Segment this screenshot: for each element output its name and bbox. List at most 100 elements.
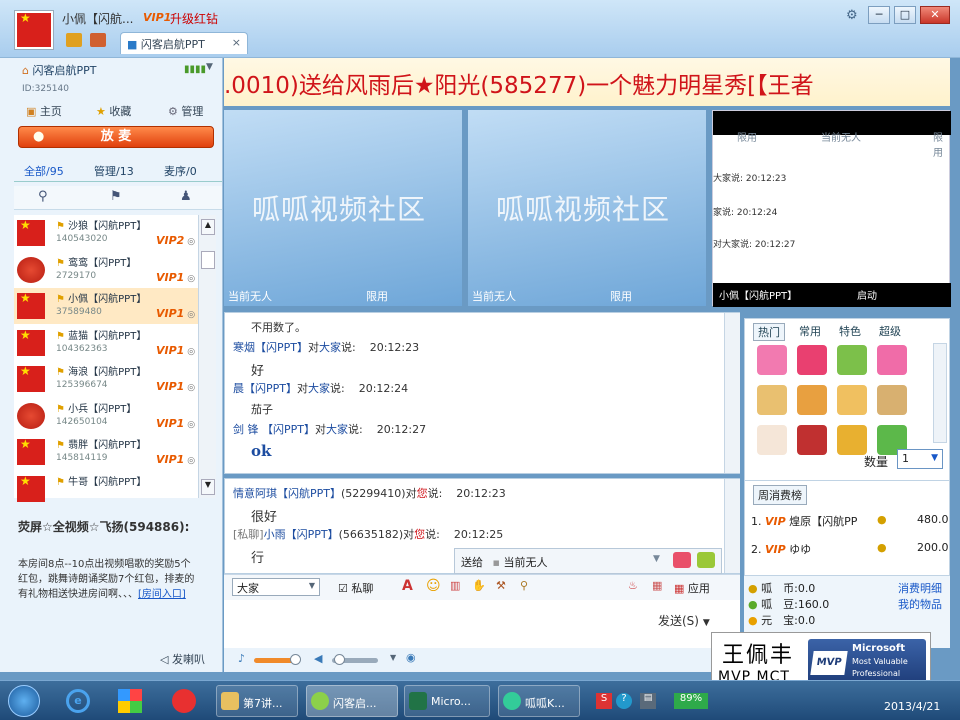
- chat-sender[interactable]: 剑 锋 【闪PPT】: [233, 423, 315, 436]
- tulip-icon[interactable]: ♨: [628, 579, 638, 592]
- gift-item[interactable]: [797, 345, 827, 375]
- windows-store-icon[interactable]: [118, 689, 142, 713]
- gift-item[interactable]: [877, 385, 907, 415]
- gift-tab-super[interactable]: 超级: [879, 323, 901, 339]
- hand-icon[interactable]: ✋: [472, 579, 486, 592]
- chevron-down-icon[interactable]: ▼: [206, 62, 213, 72]
- location-icon[interactable]: ⚑: [110, 189, 122, 204]
- speaker-button[interactable]: ◁ 发喇叭: [160, 651, 205, 667]
- ranking-row[interactable]: 2. VIP ゆゆ ● 200.0: [751, 541, 949, 557]
- speaker-volume-thumb[interactable]: [334, 654, 345, 665]
- user-list-item[interactable]: ⚑ 蓝猫【闪航PPT】104362363 VIP1 ◎: [14, 325, 198, 361]
- chevron-down-icon[interactable]: ▼: [653, 554, 660, 564]
- public-chat-scrollbar[interactable]: [724, 313, 740, 473]
- upgrade-red-diamond-link[interactable]: 升级红钻: [170, 10, 218, 27]
- close-button[interactable]: ✕: [920, 6, 950, 24]
- gift-item[interactable]: [757, 425, 787, 455]
- skin-gear-icon[interactable]: ⚙: [846, 8, 858, 23]
- private-chat-checkbox[interactable]: ☑ 私聊: [338, 580, 373, 596]
- user-avatar[interactable]: [14, 10, 54, 50]
- mic-volume-thumb[interactable]: [290, 654, 301, 665]
- gift-box-icon[interactable]: ▥: [450, 579, 460, 592]
- gift-icon[interactable]: [673, 552, 691, 568]
- chat-sender[interactable]: 小雨【闪PPT】: [264, 528, 339, 541]
- gift-item[interactable]: [837, 425, 867, 455]
- username[interactable]: 小佩【闪航...: [62, 10, 133, 27]
- user-list-item[interactable]: ⚑ 牛哥【闪航PPT】: [14, 471, 198, 507]
- spending-detail-link[interactable]: 消费明细: [898, 580, 942, 596]
- taskbar-item[interactable]: 第7讲...: [216, 685, 298, 717]
- taskbar-item[interactable]: Micro...: [404, 685, 490, 717]
- record-icon[interactable]: ◉: [406, 651, 416, 664]
- user-list-item[interactable]: ⚑ 沙狼【闪航PPT】 140543020 VIP2 ◎: [14, 215, 198, 251]
- gift-item[interactable]: [797, 385, 827, 415]
- quantity-select[interactable]: 1 ▼: [897, 449, 943, 469]
- release-mic-button[interactable]: ● 放 麦: [18, 126, 214, 148]
- user-list-item[interactable]: ⚑ 小兵【闪PPT】 142650104 VIP1 ◎: [14, 398, 198, 434]
- font-icon[interactable]: A: [402, 578, 413, 594]
- room-entrance-link[interactable]: [房间入口]: [138, 589, 186, 600]
- room-name[interactable]: ⌂ 闪客启航PPT: [22, 62, 96, 78]
- tab-room[interactable]: ■ 闪客启航PPT ×: [120, 32, 248, 54]
- chat-sender[interactable]: 情意阿琪【闪航PPT】: [233, 487, 341, 500]
- tab-admin[interactable]: 管理/13: [94, 163, 134, 179]
- taskbar-item[interactable]: 呱呱K...: [498, 685, 580, 717]
- chevron-down-icon[interactable]: ▼: [390, 653, 396, 662]
- my-items-link[interactable]: 我的物品: [898, 596, 942, 612]
- speaker-volume-icon[interactable]: ◀: [314, 652, 322, 665]
- gift-item[interactable]: [837, 385, 867, 415]
- gift-item[interactable]: [757, 345, 787, 375]
- help-icon[interactable]: ?: [616, 693, 632, 709]
- search-icon[interactable]: ⚲: [38, 189, 48, 204]
- taskbar-item-active[interactable]: 闪客启...: [306, 685, 398, 717]
- emoji-icon[interactable]: ☺: [426, 578, 441, 594]
- user-list-item[interactable]: ⚑ 翡胖【闪航PPT】 145814119 VIP1 ◎: [14, 434, 198, 470]
- broom-icon[interactable]: ⚲: [520, 579, 528, 592]
- chat-sender[interactable]: 寒烟【闪PPT】: [233, 341, 308, 354]
- tray-icon[interactable]: ▤: [640, 693, 656, 709]
- private-chat-scrollbar[interactable]: [724, 479, 740, 573]
- home-icon[interactable]: [66, 33, 82, 47]
- start-button[interactable]: [8, 685, 40, 717]
- gift-item[interactable]: [757, 385, 787, 415]
- gift-item[interactable]: [837, 345, 867, 375]
- add-user-icon[interactable]: ♟: [180, 189, 192, 204]
- public-chat[interactable]: 不用数了。 寒烟【闪PPT】对大家说: 20:12:23 好晨【闪PPT】对大家说: 2…: [224, 312, 740, 474]
- manage-link[interactable]: ⚙ 管理: [168, 103, 203, 119]
- hammer-icon[interactable]: ⚒: [496, 579, 506, 592]
- gift-scrollbar[interactable]: [933, 343, 947, 443]
- internet-explorer-icon[interactable]: e: [66, 689, 90, 713]
- battery-indicator[interactable]: 89%: [674, 693, 708, 709]
- user-list-item[interactable]: ⚑ 小佩【闪航PPT】 37589480 VIP1 ◎: [14, 288, 198, 324]
- tab-all[interactable]: 全部/95: [24, 163, 64, 179]
- calendar-icon[interactable]: ▦: [652, 579, 662, 592]
- gift-tab-common[interactable]: 常用: [799, 323, 821, 339]
- tab-mic-queue[interactable]: 麦序/0: [164, 163, 197, 179]
- gift-tab-hot[interactable]: 热门: [753, 323, 785, 341]
- ranking-row[interactable]: 1. VIP 煌原【闪航PP ● 480.0: [751, 513, 949, 529]
- video-panel-2[interactable]: 呱呱视频社区 当前无人 限用: [468, 110, 706, 306]
- system-clock[interactable]: 2013/4/21: [884, 700, 940, 713]
- tab-close-icon[interactable]: ×: [232, 36, 241, 49]
- gift-tab-special[interactable]: 特色: [839, 323, 861, 339]
- chat-sender[interactable]: 晨【闪PPT】: [233, 382, 297, 395]
- user-list-scrollbar[interactable]: ▲ ▼: [198, 215, 216, 498]
- favorite-link[interactable]: ★ 收藏: [96, 103, 131, 119]
- gift-item[interactable]: [877, 345, 907, 375]
- scroll-down-icon[interactable]: ▼: [201, 479, 215, 495]
- scroll-up-icon[interactable]: ▲: [201, 219, 215, 235]
- gift-item[interactable]: [797, 425, 827, 455]
- mini-video-panel[interactable]: 限用 当前无人 限用 大家说: 20:12:23 家说: 20:12:24 对大…: [712, 110, 951, 307]
- microphone-icon[interactable]: ♪: [238, 652, 245, 665]
- mail-icon[interactable]: [90, 33, 106, 47]
- video-panel-1[interactable]: 呱呱视频社区 当前无人 限用: [224, 110, 462, 306]
- apply-button[interactable]: ▦ 应用: [674, 580, 710, 596]
- ranking-title[interactable]: 周消费榜: [753, 485, 807, 505]
- chat-target-select[interactable]: 大家 ▼: [232, 578, 320, 596]
- user-list-item[interactable]: ⚑ 海浪【闪航PPT】 125396674 VIP1 ◎: [14, 361, 198, 397]
- flower-icon[interactable]: [697, 552, 715, 568]
- home-link[interactable]: ▣ 主页: [26, 103, 62, 119]
- sogou-input-icon[interactable]: S: [596, 693, 612, 709]
- user-list-item[interactable]: ⚑ 鸾鸾【闪PPT】 2729170 VIP1 ◎: [14, 252, 198, 288]
- maximize-button[interactable]: □: [894, 6, 916, 24]
